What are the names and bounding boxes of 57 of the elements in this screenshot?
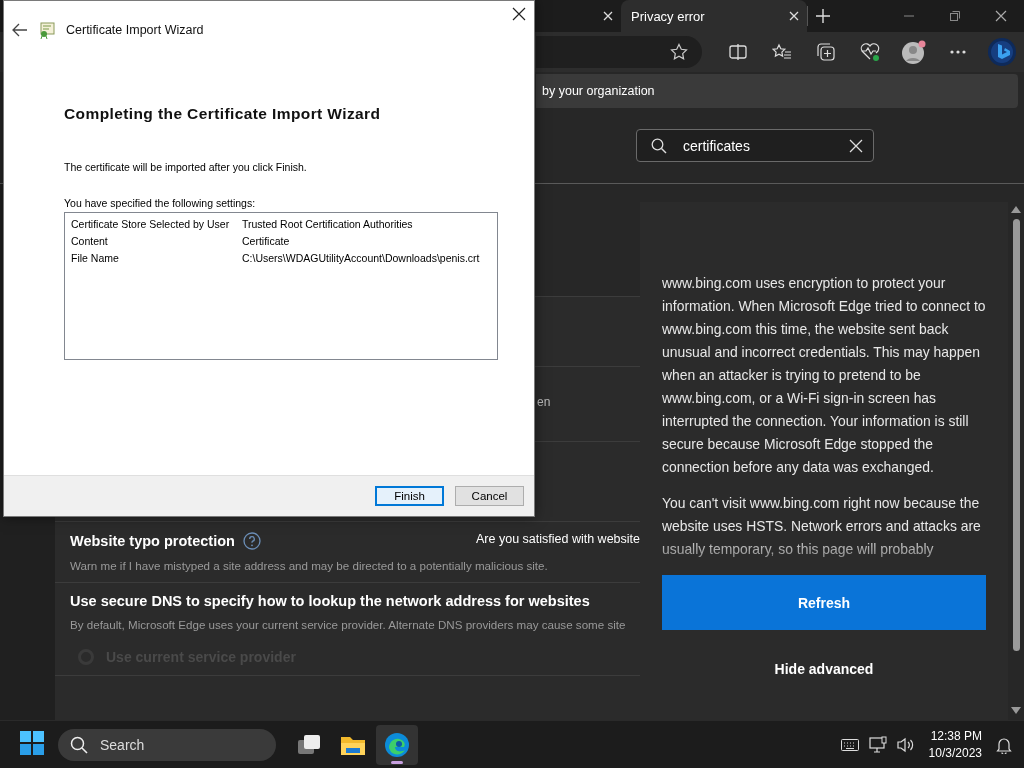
refresh-button[interactable]: Refresh	[662, 575, 986, 630]
copilot-icon[interactable]	[987, 37, 1017, 67]
more-icon[interactable]	[949, 49, 967, 55]
setting-title: Website typo protection	[70, 533, 235, 549]
avatar-icon[interactable]	[901, 39, 927, 65]
collections-icon[interactable]	[816, 42, 836, 62]
keyboard-icon[interactable]	[840, 738, 859, 751]
settings-search-field[interactable]: certificates	[636, 129, 874, 162]
dialog-title: Certificate Import Wizard	[66, 23, 204, 37]
certificate-icon	[38, 21, 56, 39]
help-icon[interactable]	[242, 532, 261, 550]
plus-icon[interactable]	[815, 8, 831, 24]
setting-value: Trusted Root Certification Authorities	[242, 217, 413, 230]
setting-name: Content	[71, 234, 109, 247]
settings-label: You have specified the following settings:	[64, 197, 257, 209]
dialog-button[interactable]: Finish	[375, 486, 444, 506]
setting-name: Certificate Store Selected by User	[71, 217, 231, 230]
close-icon[interactable]	[995, 10, 1007, 22]
hide-advanced-link[interactable]: Hide advanced	[768, 660, 880, 678]
favorites-icon[interactable]	[772, 43, 792, 61]
setting-title: Use secure DNS to specify how to lookup the network address for websites	[70, 593, 590, 609]
scroll-up-icon[interactable]	[1011, 206, 1021, 213]
bell-icon[interactable]	[996, 735, 1012, 754]
error-paragraph: www.bing.com uses encryption to protect your information. When Microsoft Edge tried to connect to www.bing.com this time, the website sent back unusual and incorrect credentials. This may happen when an attacker is trying to pretend to be www.bing.com, or a Wi-Fi sign-in screen has interrupted the connection. Your information is still secure because Microsoft Edge stopped the connection before any data was exchanged.	[662, 274, 986, 477]
settings-search-input[interactable]: certificates	[681, 136, 835, 155]
taskbar-search-field[interactable]: Search	[58, 728, 276, 761]
browser-tab[interactable]: Privacy error	[621, 0, 807, 32]
search-icon	[70, 735, 88, 754]
edge-icon	[384, 731, 410, 758]
setting-description: By default, Microsoft Edge uses your current service provider. Alternate DNS providers may cause some site	[70, 618, 627, 631]
split-screen-icon[interactable]	[729, 43, 747, 61]
taskbar-search-input[interactable]: Search	[98, 735, 264, 754]
setting-value: Certificate	[242, 234, 290, 247]
close-icon[interactable]	[512, 7, 526, 21]
star-icon[interactable]	[670, 43, 688, 61]
windows-icon[interactable]	[20, 730, 44, 755]
setting-value: C:\Users\WDAGUtilityAccount\Downloads\penis.crt	[242, 251, 480, 264]
heartbeat-icon[interactable]	[859, 42, 881, 62]
wizard-text: The certificate will be imported after you click Finish.	[64, 161, 308, 173]
network-icon[interactable]	[868, 735, 887, 754]
taskbar-app[interactable]	[376, 724, 418, 765]
search-icon	[651, 137, 667, 154]
setting-description: Warn me if I have mistyped a site address and may be directed to a potentially malicious site.	[70, 559, 549, 572]
restore-icon[interactable]	[950, 11, 960, 21]
setting-text: en	[536, 394, 552, 409]
clear-icon[interactable]	[849, 138, 863, 153]
wizard-heading: Completing the Certificate Import Wizard	[64, 105, 382, 123]
dialog-button[interactable]: Cancel	[455, 486, 524, 506]
info-text: by your organization	[542, 84, 655, 98]
setting-name: File Name	[71, 251, 120, 264]
scroll-down-icon[interactable]	[1011, 707, 1021, 714]
volume-icon[interactable]	[896, 736, 915, 753]
back-arrow-icon[interactable]	[12, 23, 28, 37]
error-paragraph: You can't visit www.bing.com right now because the website uses HSTS. Network errors and attacks are usually temporary, so this page will probably	[662, 494, 982, 559]
clock[interactable]: 12:38 PM 10/3/2023	[928, 727, 982, 762]
feedback-prompt: Are you satisfied with website	[476, 532, 640, 546]
task-view-icon	[297, 733, 321, 756]
